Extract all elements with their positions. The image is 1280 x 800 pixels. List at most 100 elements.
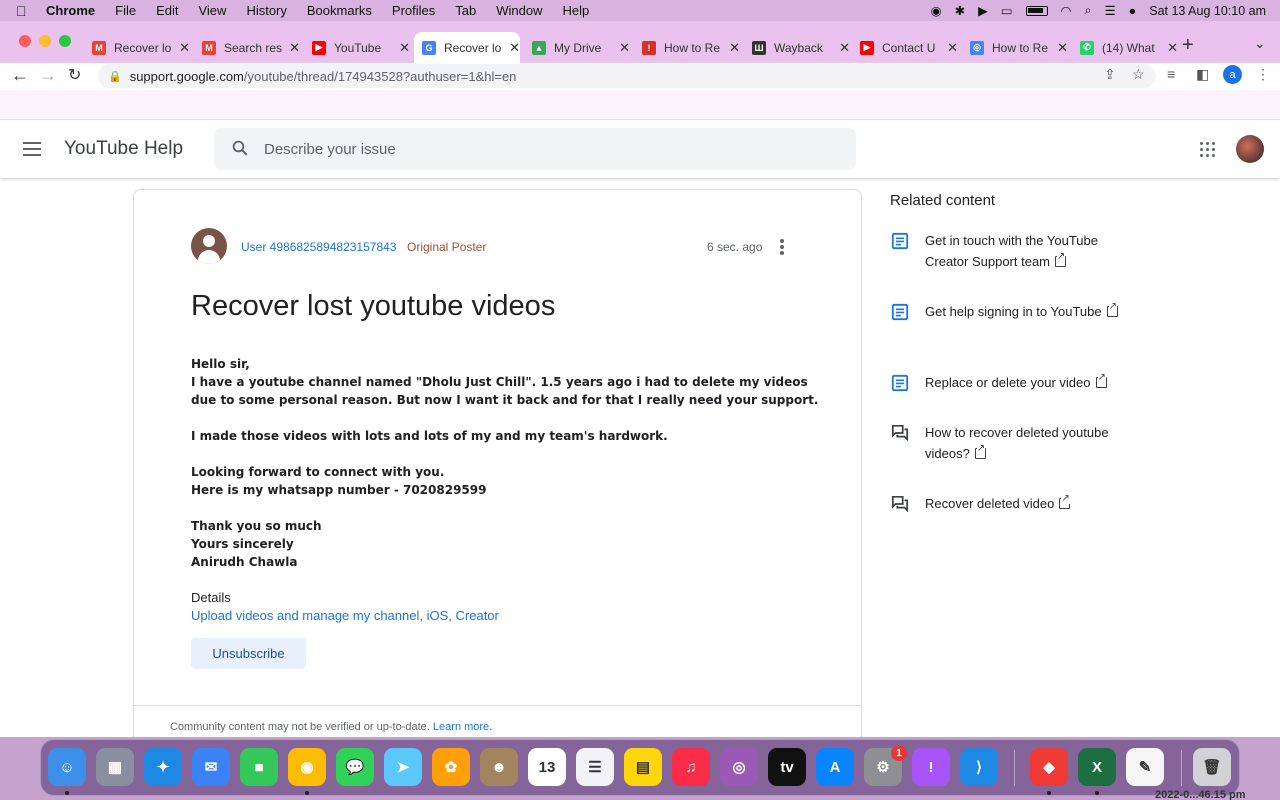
search-icon[interactable] [231, 139, 249, 157]
calendar-icon[interactable]: 13 [528, 748, 566, 786]
settings-icon[interactable]: ⚙ 1 [864, 745, 907, 786]
control-center-icon[interactable]: ☰ [1104, 3, 1115, 18]
google-apps-icon[interactable] [1200, 142, 1215, 157]
apple-menu-icon[interactable]:  [16, 3, 32, 19]
main-menu-icon[interactable] [23, 142, 41, 156]
close-tab-icon[interactable]: ✕ [179, 40, 190, 56]
maps-icon[interactable]: ➤ [384, 748, 422, 786]
unsubscribe-button[interactable]: Unsubscribe [191, 638, 306, 669]
music-icon[interactable]: ♫ [672, 748, 710, 786]
finder-icon[interactable]: ☺ [48, 748, 86, 786]
help-search-box[interactable] [214, 128, 856, 170]
forward-button[interactable]: → [39, 65, 57, 86]
browser-tab[interactable]: ! How to Re ✕ [634, 32, 740, 63]
browser-tab[interactable]: ▶ YouTube ✕ [304, 32, 410, 63]
close-tab-icon[interactable]: ✕ [399, 40, 410, 56]
more-options-icon[interactable] [780, 239, 784, 255]
chrome-icon[interactable]: ◉ [288, 748, 326, 786]
contacts-icon[interactable]: ☻ [480, 748, 518, 786]
reminders-icon[interactable]: ☰ [576, 748, 614, 786]
chrome-menu-icon[interactable]: ⋮ [1256, 66, 1270, 83]
display-icon[interactable]: ▭ [1001, 3, 1013, 18]
wifi-icon[interactable]: ◠ [1061, 3, 1072, 18]
anydesk-icon[interactable]: ◆ [1030, 748, 1068, 786]
lock-icon[interactable]: 🔒 [108, 70, 122, 83]
details-link-ios[interactable]: iOS [427, 608, 449, 623]
excel-icon[interactable]: X [1078, 748, 1116, 786]
appletv-icon[interactable]: tv [768, 748, 806, 786]
close-window-button[interactable] [19, 35, 31, 47]
profile-avatar[interactable]: a [1223, 65, 1242, 84]
browser-tab[interactable]: ✆ (14) What ✕ [1072, 32, 1178, 63]
close-tab-icon[interactable]: ✕ [509, 40, 520, 56]
close-tab-icon[interactable]: ✕ [947, 40, 958, 56]
menu-file[interactable]: File [115, 3, 136, 18]
close-tab-icon[interactable]: ✕ [839, 40, 850, 56]
vscode-icon[interactable]: ⟩ [960, 748, 998, 786]
menu-edit[interactable]: Edit [156, 3, 178, 18]
details-link-upload[interactable]: Upload videos and manage my channel [191, 608, 419, 623]
side-panel-icon[interactable]: ◧ [1196, 66, 1209, 83]
facetime-icon[interactable]: ■ [240, 748, 278, 786]
menu-history[interactable]: History [246, 3, 286, 18]
safari-icon[interactable]: ✦ [144, 748, 182, 786]
back-button[interactable]: ← [11, 65, 29, 86]
launchpad-icon[interactable]: ▦ [96, 748, 134, 786]
browser-tab[interactable]: ▲ My Drive ✕ [524, 32, 630, 63]
messages-icon[interactable]: 💬 [336, 748, 374, 786]
tab-search-chevron-icon[interactable]: ⌄ [1254, 35, 1266, 52]
poster-username[interactable]: User 4986825894823157843 [241, 240, 396, 254]
post-paragraph: I made those videos with lots and lots o… [191, 427, 831, 445]
menu-profiles[interactable]: Profiles [392, 3, 435, 18]
gmail-icon: M [92, 40, 106, 55]
notes-icon[interactable]: ▤ [624, 748, 662, 786]
reading-list-icon[interactable]: ≡ [1167, 66, 1175, 82]
close-tab-icon[interactable]: ✕ [1057, 40, 1068, 56]
menu-window[interactable]: Window [496, 3, 542, 18]
menu-help[interactable]: Help [563, 3, 590, 18]
play-icon[interactable]: ▶ [978, 3, 988, 18]
close-tab-icon[interactable]: ✕ [729, 40, 740, 56]
zoom-window-button[interactable] [59, 35, 71, 47]
details-link-creator[interactable]: Creator [456, 608, 499, 623]
menu-bookmarks[interactable]: Bookmarks [307, 3, 372, 18]
reload-button[interactable]: ↻ [68, 65, 81, 85]
siri-icon[interactable]: ● [1129, 4, 1137, 18]
battery-icon[interactable] [1025, 5, 1048, 16]
browser-tab[interactable]: Ш Wayback ✕ [744, 32, 850, 63]
browser-tab[interactable]: G Recover lo ✕ [414, 32, 520, 63]
mail-icon[interactable]: ✉ [192, 748, 230, 786]
learn-more-link[interactable]: Learn more. [433, 721, 492, 733]
menu-app-name[interactable]: Chrome [46, 3, 95, 18]
bluetooth-icon[interactable]: ✱ [955, 3, 965, 18]
help-center-title[interactable]: YouTube Help [64, 138, 183, 160]
close-tab-icon[interactable]: ✕ [619, 40, 630, 56]
user-avatar[interactable] [1236, 135, 1264, 163]
bookmark-star-icon[interactable]: ☆ [1132, 66, 1145, 83]
photos-icon[interactable]: ✿ [432, 748, 470, 786]
menu-clock[interactable]: Sat 13 Aug 10:10 am [1149, 4, 1266, 18]
share-icon[interactable]: ⇪ [1104, 66, 1116, 83]
spotlight-search-icon[interactable]: ⌕ [1084, 3, 1091, 18]
textedit-icon[interactable]: ✎ [1126, 748, 1164, 786]
close-tab-icon[interactable]: ✕ [1167, 40, 1178, 56]
minimize-window-button[interactable] [39, 35, 51, 47]
menu-view[interactable]: View [198, 3, 226, 18]
browser-tab[interactable]: M Recover lo ✕ [84, 32, 190, 63]
menu-tab[interactable]: Tab [455, 3, 476, 18]
new-tab-button[interactable]: + [1182, 34, 1194, 57]
appstore-icon[interactable]: A [816, 748, 854, 786]
tab-title: Search res [224, 40, 283, 55]
podcasts-icon[interactable]: ◎ [720, 748, 758, 786]
address-bar[interactable]: 🔒 support.google.com/youtube/thread/1749… [98, 64, 1156, 88]
creative-cloud-icon[interactable]: ◉ [931, 3, 942, 18]
post-timestamp: 6 sec. ago [707, 240, 763, 254]
feedback-icon[interactable]: ! [912, 748, 950, 786]
browser-tab[interactable]: ▶ Contact U ✕ [852, 32, 958, 63]
close-tab-icon[interactable]: ✕ [289, 40, 300, 56]
browser-tab[interactable]: M Search res ✕ [194, 32, 300, 63]
search-input[interactable] [264, 138, 824, 160]
external-link-icon [974, 444, 986, 459]
browser-tab[interactable]: ◎ How to Re ✕ [962, 32, 1068, 63]
trash-icon[interactable]: 🗑 [1193, 748, 1231, 786]
